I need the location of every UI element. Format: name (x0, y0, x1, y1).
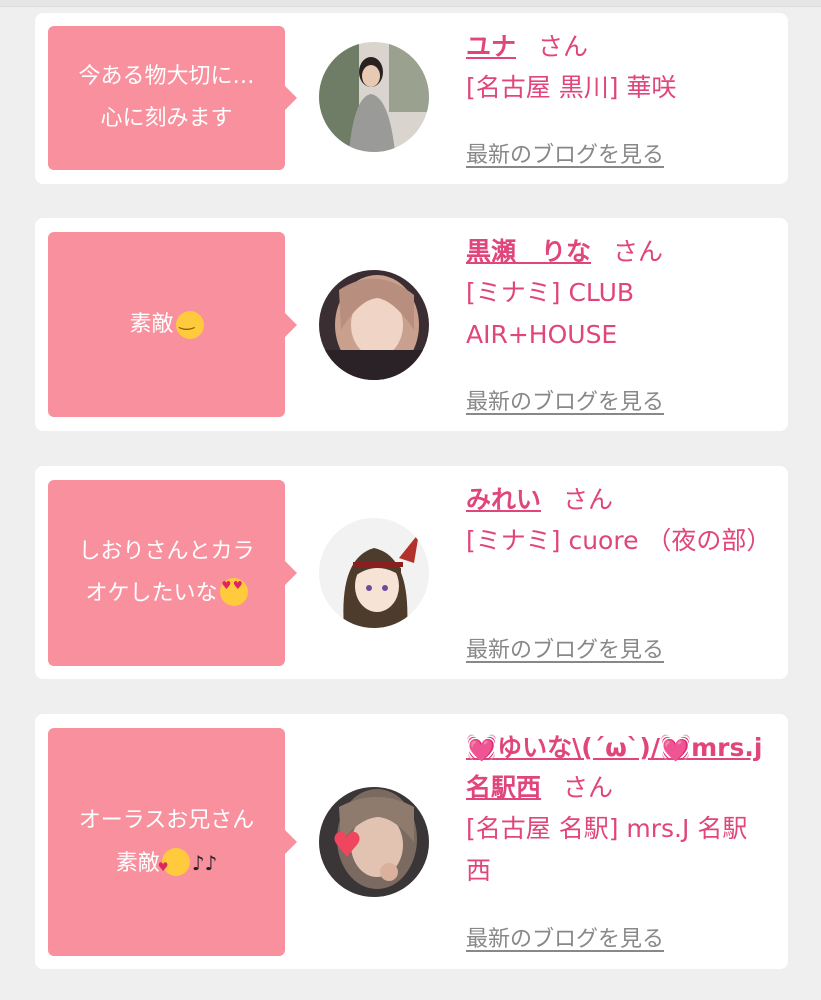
user-name-link[interactable]: みれい (466, 485, 541, 514)
avatar[interactable] (319, 42, 429, 152)
latest-blog-link[interactable]: 最新のブログを見る (466, 632, 664, 664)
message-bubble: オーラスお兄さん 素敵♪♪ (48, 728, 297, 956)
honorific: さん (563, 485, 614, 514)
message-text: しおりさんとカラ オケしたいな (78, 531, 255, 615)
message-bubble: しおりさんとカラ オケしたいな (48, 480, 297, 666)
avatar[interactable] (319, 518, 429, 628)
message-card: 今ある物大切に… 心に刻みます ユナ さん [名古屋 黒川] 華咲 最新のブログを… (35, 13, 788, 184)
message-card: しおりさんとカラ オケしたいな みれいさん [ミナミ] cuore （夜の部） … (35, 466, 788, 679)
avatar-image (319, 518, 429, 628)
message-text: オーラスお兄さん 素敵♪♪ (79, 800, 255, 888)
message-text: 今ある物大切に… 心に刻みます (78, 64, 255, 131)
user-name-link[interactable]: ユナ (466, 32, 516, 61)
heart-eyes-icon (219, 578, 248, 606)
smiling-face-icon (175, 310, 204, 339)
user-name-link[interactable]: 黒瀬 りな (466, 237, 591, 266)
honorific: さん (563, 773, 614, 802)
message-bubble: 素敵 (48, 232, 297, 417)
user-info: みれい さん [ミナミ] cuore （夜の部） (466, 480, 776, 562)
avatar-image (319, 787, 429, 897)
latest-blog-link[interactable]: 最新のブログを見る (466, 137, 664, 169)
user-info: 黒瀬 りな さん [ミナミ] CLUB AIR+HOUSE (466, 232, 776, 356)
user-name-link[interactable]: 💓ゆいな\(´ω`)/💓mrs.j名駅西 (466, 733, 762, 802)
avatar[interactable] (319, 787, 429, 897)
honorific: さん (613, 237, 664, 266)
honorific: さん (538, 32, 589, 61)
message-text: 素敵 (129, 311, 174, 337)
message-card: オーラスお兄さん 素敵♪♪ 💓ゆいな\(´ω`)/💓mrs.j名駅西さん [名古… (35, 714, 788, 969)
avatar-image (319, 270, 429, 380)
latest-blog-link[interactable]: 最新のブログを見る (466, 384, 664, 416)
user-info: 💓ゆいな\(´ω`)/💓mrs.j名駅西 さん [名古屋 名駅] mrs.J 名駅… (466, 728, 776, 892)
message-bubble: 今ある物大切に… 心に刻みます (48, 26, 297, 170)
avatar[interactable] (319, 270, 429, 380)
avatar-image (319, 42, 429, 152)
shop-name: [名古屋 黒川] 華咲 (466, 73, 677, 102)
top-divider (0, 0, 821, 7)
music-notes: ♪♪ (191, 850, 218, 875)
latest-blog-link[interactable]: 最新のブログを見る (466, 921, 664, 953)
message-card: 素敵 黒瀬 りなさん [ミナミ] CLUB AIR+HOUSE 最新のブログを見… (35, 218, 788, 431)
shop-name: [ミナミ] cuore （夜の部） (466, 526, 772, 555)
party-face-icon (158, 846, 190, 888)
user-info: ユナ さん [名古屋 黒川] 華咲 (466, 27, 776, 109)
shop-name: [名古屋 名駅] mrs.J 名駅西 (466, 814, 748, 885)
shop-name: [ミナミ] CLUB AIR+HOUSE (466, 278, 635, 349)
